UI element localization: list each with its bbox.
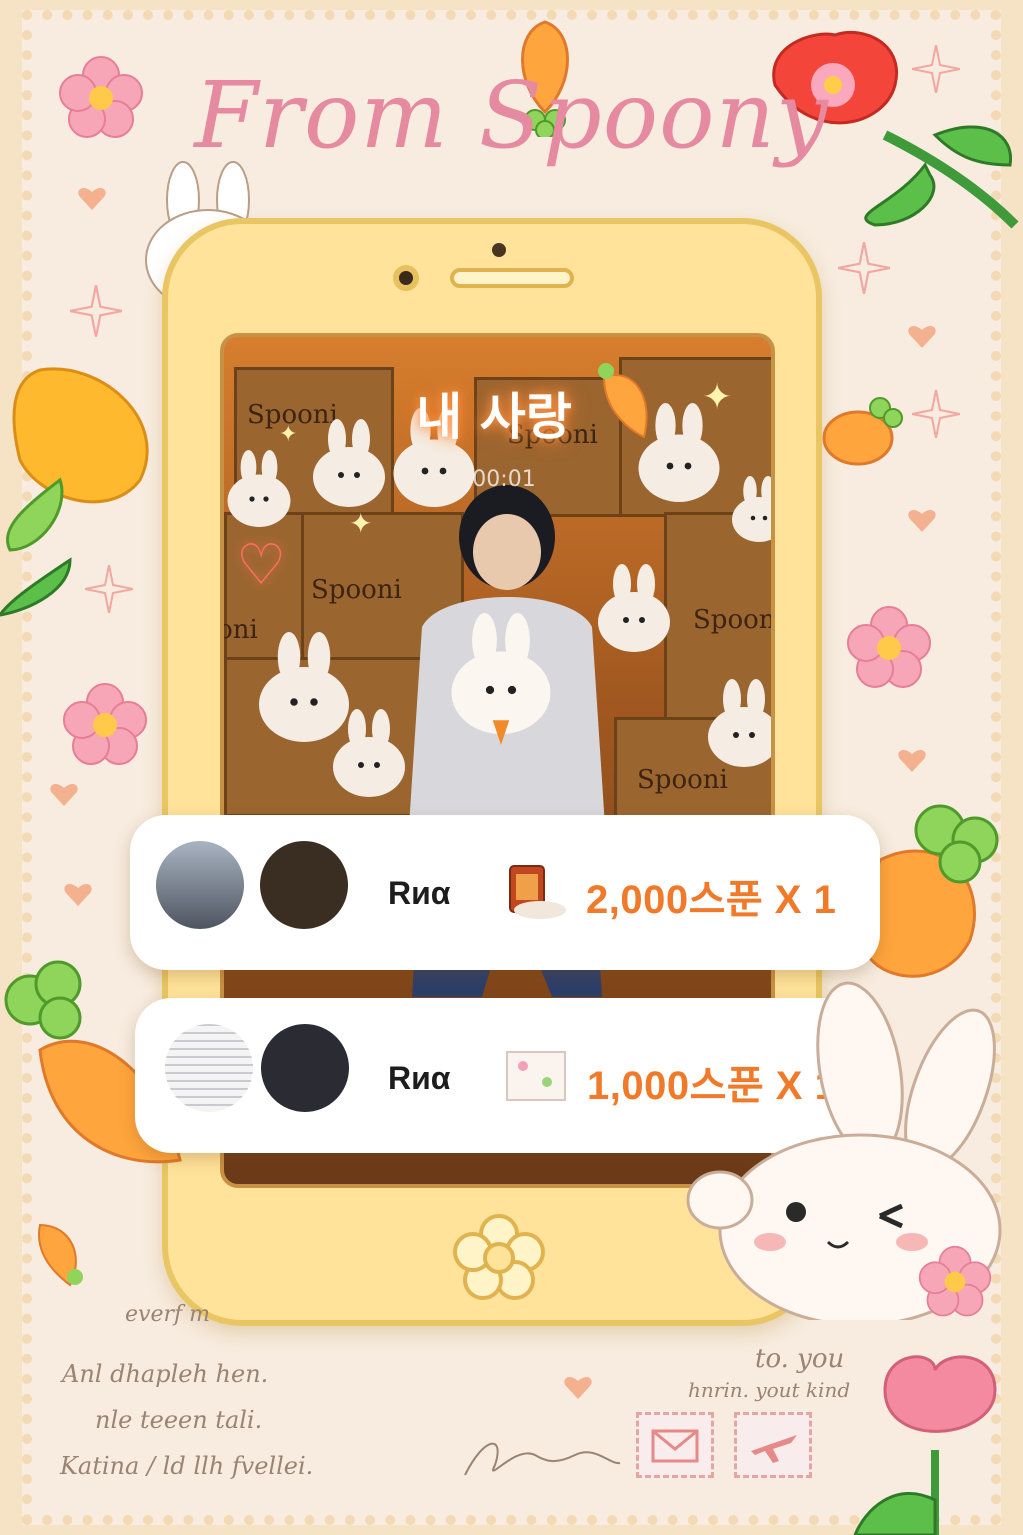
box-label: Spooni bbox=[220, 615, 258, 645]
sender-name: Rиα bbox=[388, 1060, 451, 1096]
letter-line: nle teeen tali. bbox=[95, 1406, 263, 1434]
phone-speaker bbox=[450, 268, 574, 288]
bunny-plush bbox=[708, 679, 771, 767]
sparkle-icon: ✦ bbox=[349, 507, 373, 540]
letter-to-sub: hnrin. yout kind bbox=[688, 1378, 851, 1402]
box-label: Spooni bbox=[311, 575, 402, 605]
home-button-flower-icon bbox=[453, 1214, 545, 1300]
heart-icon bbox=[898, 749, 926, 772]
carrot-icon bbox=[38, 1223, 83, 1287]
letter-line: everf m bbox=[125, 1302, 210, 1327]
call-timer: 00:01 bbox=[472, 467, 536, 492]
phone-sensor bbox=[492, 243, 506, 257]
heart-icon bbox=[50, 783, 78, 806]
bunny-plush bbox=[227, 450, 291, 527]
sparkle-icon: ✦ bbox=[279, 422, 298, 447]
flower-icon bbox=[918, 1245, 992, 1317]
sparkle-icon bbox=[70, 285, 122, 337]
heart-icon bbox=[908, 325, 936, 348]
heart-icon bbox=[908, 509, 936, 532]
heart-icon bbox=[78, 187, 106, 210]
gift-amount: 2,000스푼 X 1 bbox=[586, 878, 837, 922]
sender-avatar bbox=[152, 837, 248, 933]
bunny-plush bbox=[451, 613, 551, 745]
gift-icon bbox=[509, 865, 566, 919]
tulip-icon bbox=[853, 1355, 997, 1535]
airplane-icon bbox=[751, 1435, 797, 1463]
air-stamp bbox=[734, 1412, 812, 1478]
flower-icon bbox=[847, 606, 931, 688]
camera-icon bbox=[393, 265, 419, 291]
neon-heart-icon: ♡ bbox=[236, 533, 287, 598]
sparkle-icon: ✦ bbox=[702, 377, 733, 418]
sender-avatar bbox=[161, 1020, 257, 1116]
receiver-avatar bbox=[256, 837, 352, 933]
carrot-icon bbox=[822, 397, 903, 466]
mail-stamp bbox=[636, 1412, 714, 1478]
letter-line: Katina / ld llh fvellei. bbox=[60, 1452, 314, 1480]
gift-icon bbox=[506, 1051, 566, 1101]
receiver-avatar bbox=[257, 1020, 353, 1116]
sparkle-icon bbox=[912, 390, 960, 438]
tulip-icon bbox=[0, 367, 149, 617]
poster: From Spoony Spooni Spooni Spooni Spooni … bbox=[0, 0, 1023, 1535]
flower-icon bbox=[63, 683, 147, 765]
envelope-icon bbox=[651, 1429, 699, 1463]
carrot-icon bbox=[598, 363, 648, 439]
sparkle-icon bbox=[838, 242, 890, 294]
poster-title: From Spoony bbox=[194, 62, 829, 169]
bunny-plush bbox=[732, 476, 771, 542]
letter-to: to. you bbox=[755, 1344, 845, 1374]
box-label: Spooni bbox=[693, 605, 775, 635]
sender-name: Rиα bbox=[388, 875, 451, 911]
bunny-plush bbox=[333, 709, 405, 797]
heart-icon bbox=[564, 1376, 592, 1399]
letter-line: Anl dhapleh hen. bbox=[62, 1360, 269, 1388]
gift-notification: Rиα 2,000스푼 X 1 bbox=[130, 815, 880, 970]
signature bbox=[464, 1442, 621, 1476]
heart-icon bbox=[64, 883, 92, 906]
